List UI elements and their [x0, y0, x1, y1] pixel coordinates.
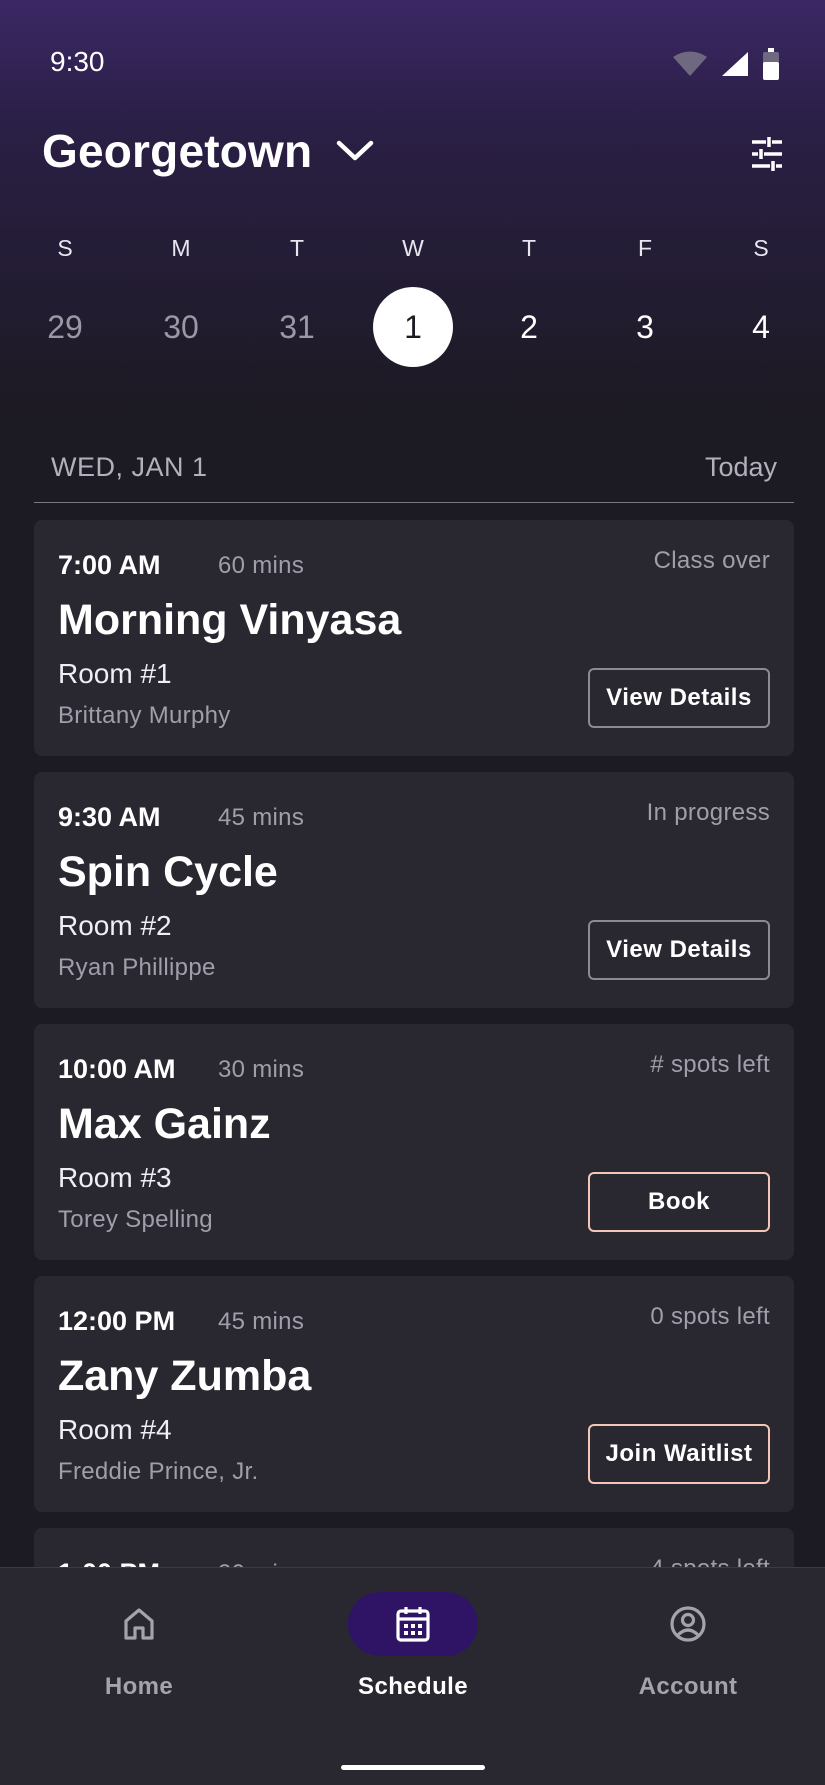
class-title: Max Gainz — [58, 1100, 271, 1148]
book-button[interactable]: Book — [588, 1172, 770, 1232]
nav-account[interactable]: Account — [598, 1592, 778, 1712]
location-name: Georgetown — [42, 125, 313, 177]
day-number: 31 — [279, 309, 315, 345]
class-duration: 60 mins — [218, 552, 305, 579]
class-room: Room #3 — [58, 1162, 172, 1193]
class-title: Morning Vinyasa — [58, 596, 402, 644]
class-duration: 45 mins — [218, 1308, 305, 1335]
day-number: 3 — [636, 309, 654, 345]
class-duration: 45 mins — [218, 804, 305, 831]
day-of-week: T — [521, 235, 537, 261]
week-strip: S 29 M 30 T 31 W 1 T 2 F 3 S 4 — [0, 232, 825, 372]
day-number: 2 — [520, 309, 538, 345]
nav-home[interactable]: Home — [49, 1592, 229, 1712]
class-time: 7:00 AM — [58, 550, 161, 580]
view-details-button[interactable]: View Details — [588, 668, 770, 728]
class-card: 10:00 AM 30 mins # spots left Max Gainz … — [34, 1024, 794, 1260]
class-room: Room #4 — [58, 1414, 172, 1445]
class-room: Room #1 — [58, 658, 172, 689]
class-instructor: Torey Spelling — [58, 1206, 213, 1233]
location-selector[interactable]: Georgetown — [42, 124, 374, 178]
home-icon — [124, 1608, 154, 1640]
class-instructor: Brittany Murphy — [58, 702, 231, 729]
nav-account-pill — [623, 1592, 753, 1656]
class-status: 0 spots left — [650, 1303, 770, 1330]
day-number: 4 — [752, 309, 770, 345]
selected-date-label: WED, JAN 1 — [51, 452, 208, 482]
class-time: 10:00 AM — [58, 1054, 176, 1084]
class-title: Zany Zumba — [58, 1352, 312, 1400]
class-card: 12:00 PM 45 mins 0 spots left Zany Zumba… — [34, 1276, 794, 1512]
join-waitlist-button[interactable]: Join Waitlist — [588, 1424, 770, 1484]
bottom-navigation: Home Schedule Account — [0, 1567, 825, 1785]
day-number: 30 — [163, 309, 199, 345]
selected-day-number: 1 — [373, 287, 453, 367]
class-duration: 30 mins — [218, 1056, 305, 1083]
chevron-down-icon — [337, 140, 374, 161]
class-status: In progress — [646, 799, 770, 826]
status-time: 9:30 — [50, 46, 105, 77]
today-label: Today — [704, 452, 777, 482]
location-header: Georgetown — [0, 120, 825, 220]
day-of-week: T — [289, 235, 305, 261]
nav-home-pill — [74, 1592, 204, 1656]
battery-icon — [763, 48, 779, 80]
class-status: Class over — [653, 547, 770, 574]
nav-account-label: Account — [638, 1673, 738, 1700]
account-circle-icon — [670, 1606, 706, 1642]
class-instructor: Freddie Prince, Jr. — [58, 1458, 259, 1485]
view-details-button[interactable]: View Details — [588, 920, 770, 980]
home-indicator — [341, 1765, 485, 1770]
class-time: 9:30 AM — [58, 802, 161, 832]
day-of-week: S — [57, 235, 73, 261]
class-instructor: Ryan Phillippe — [58, 954, 216, 981]
cell-signal-icon — [722, 52, 748, 76]
class-card: 7:00 AM 60 mins Class over Morning Vinya… — [34, 520, 794, 756]
class-status: # spots left — [650, 1051, 770, 1078]
class-time: 12:00 PM — [58, 1306, 176, 1336]
class-title: Spin Cycle — [58, 848, 278, 896]
nav-home-label: Home — [104, 1673, 174, 1700]
status-bar: 9:30 — [0, 0, 825, 120]
day-of-week: W — [402, 235, 424, 261]
nav-schedule-pill — [348, 1592, 478, 1656]
day-number: 29 — [47, 309, 83, 345]
calendar-icon — [396, 1607, 430, 1642]
class-room: Room #2 — [58, 910, 172, 941]
status-icons — [672, 46, 780, 82]
day-of-week: S — [753, 235, 769, 261]
nav-schedule-label: Schedule — [358, 1673, 468, 1700]
wifi-icon — [673, 51, 707, 76]
class-card: 9:30 AM 45 mins In progress Spin Cycle R… — [34, 772, 794, 1008]
tune-icon — [752, 137, 782, 171]
filter-button[interactable] — [743, 130, 791, 178]
day-of-week: F — [637, 235, 653, 261]
date-header: WED, JAN 1 Today — [34, 440, 794, 503]
nav-schedule[interactable]: Schedule — [323, 1592, 503, 1712]
day-of-week: M — [171, 235, 191, 261]
